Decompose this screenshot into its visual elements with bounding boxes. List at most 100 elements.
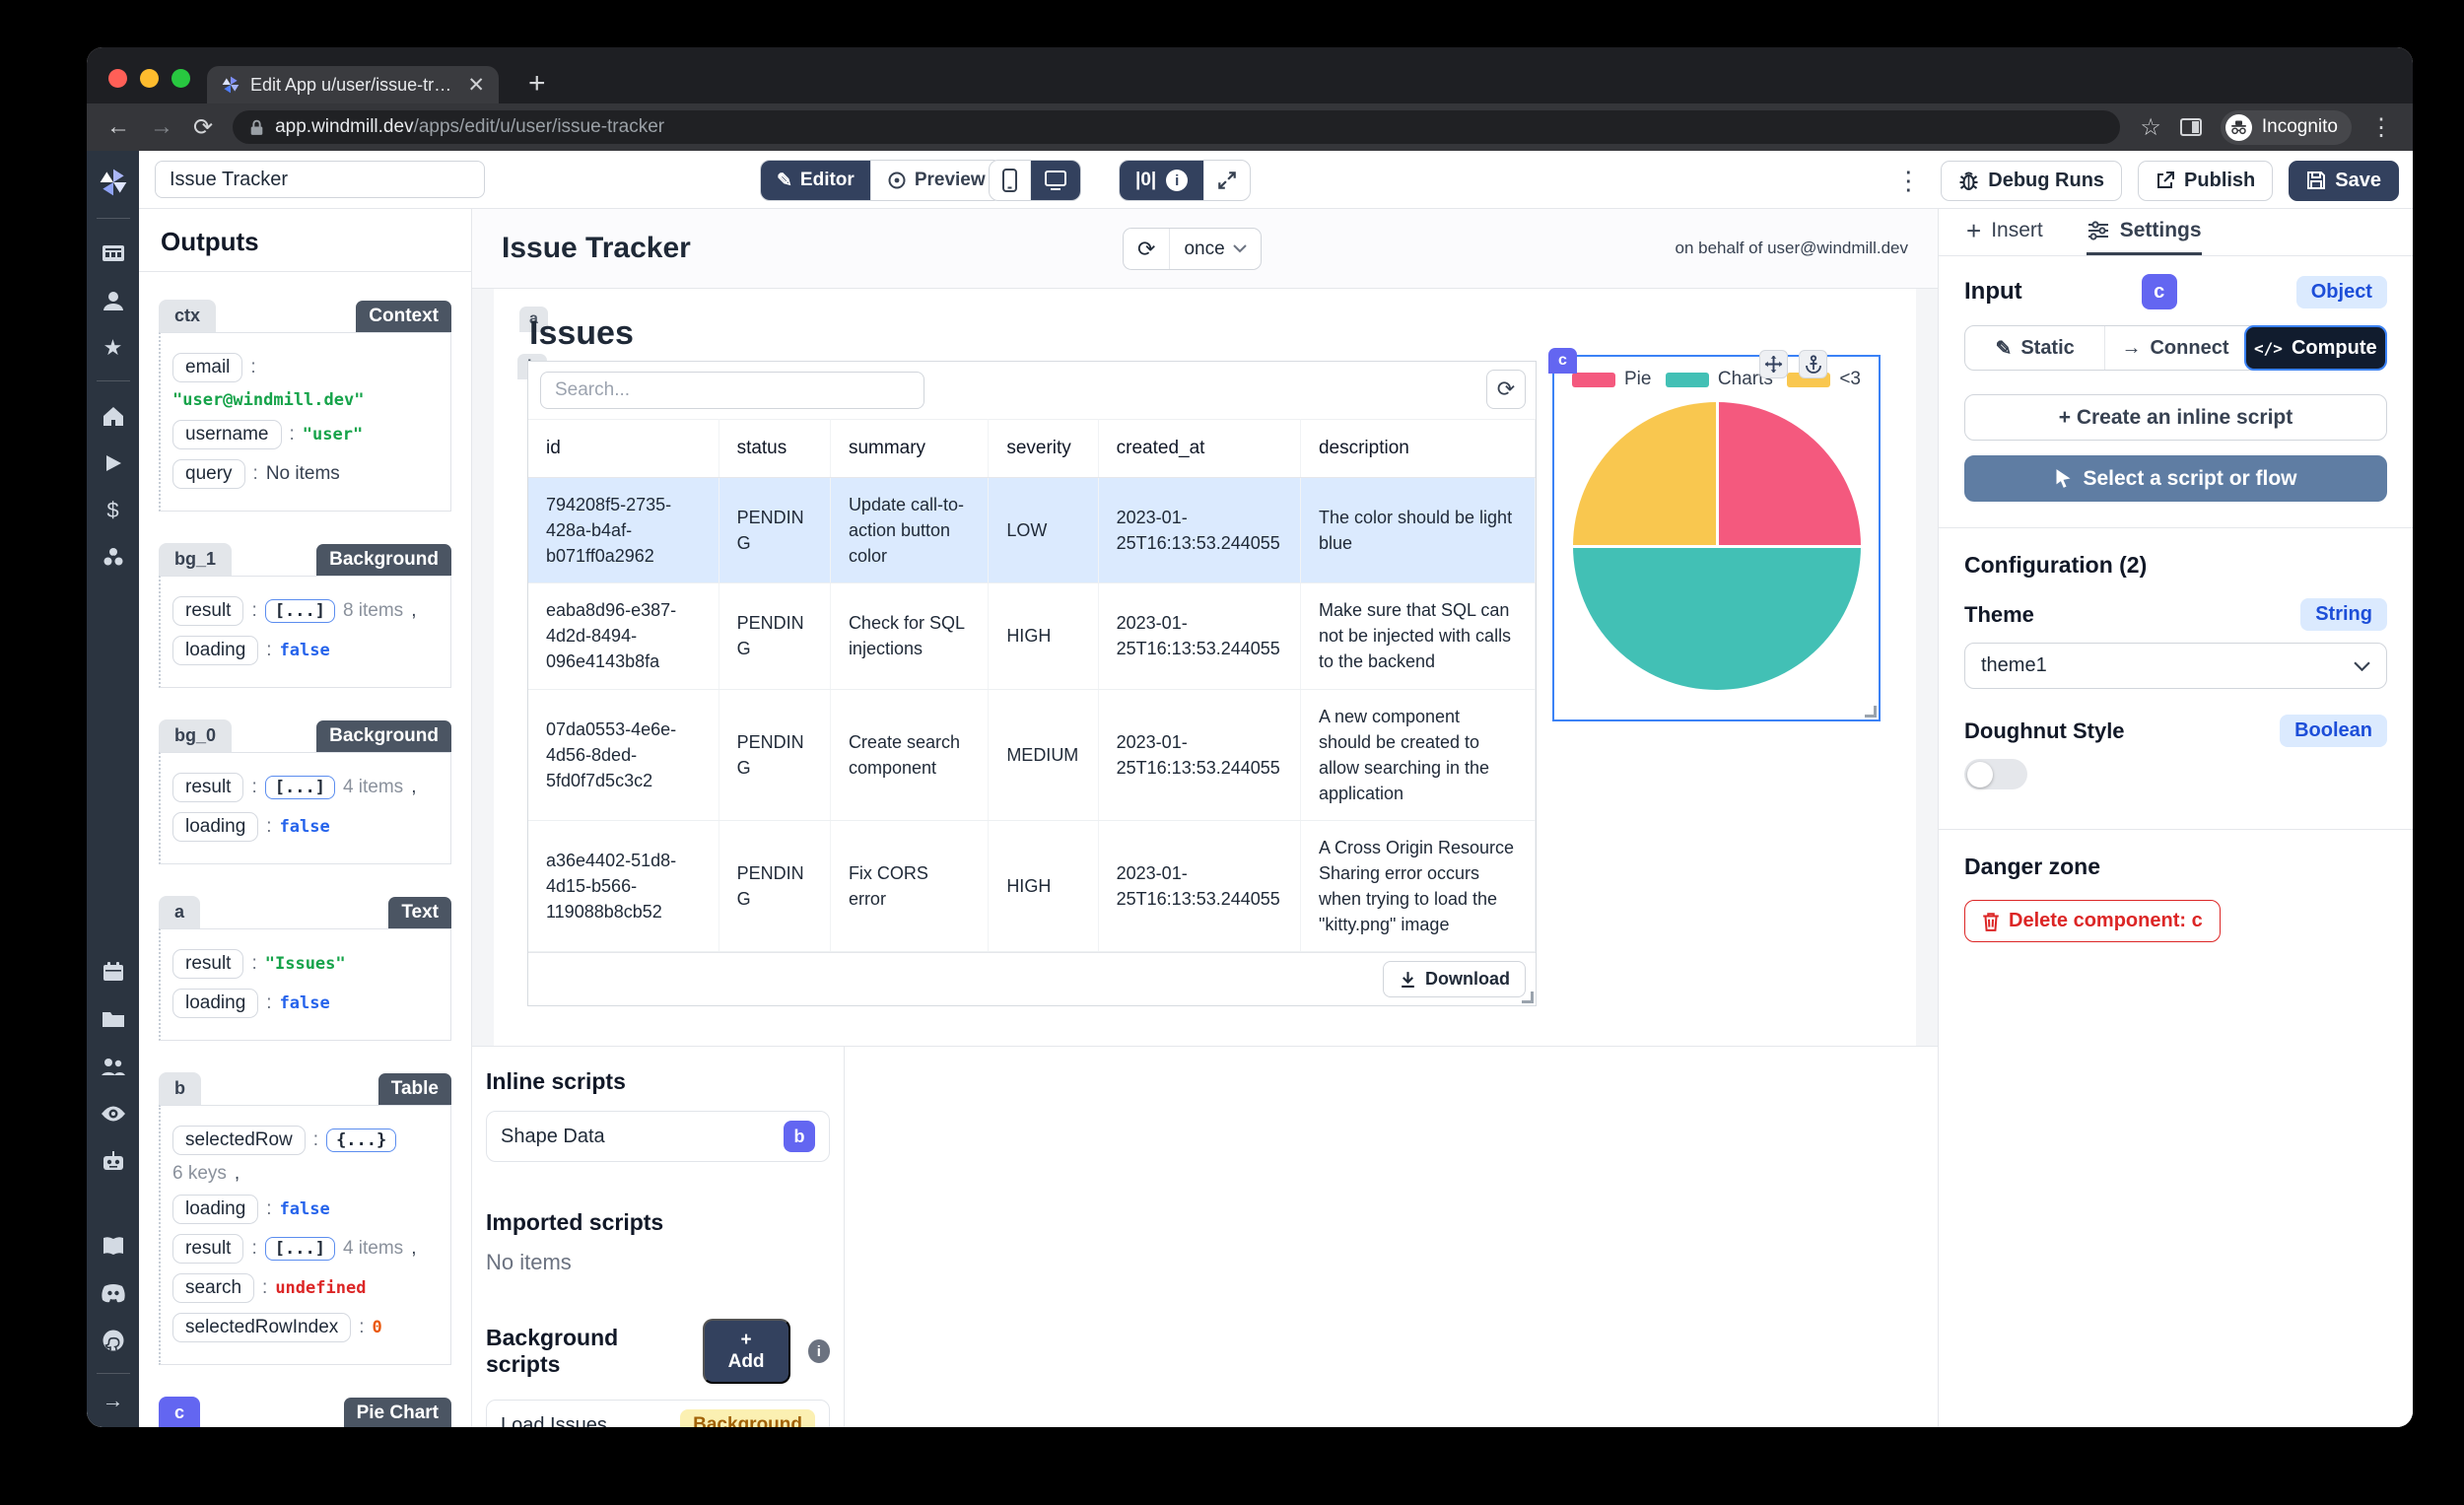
- minimize-window-button[interactable]: [140, 69, 159, 88]
- user-icon[interactable]: [102, 288, 125, 313]
- new-tab-button[interactable]: +: [528, 69, 546, 99]
- editor-mode-button[interactable]: ✎ Editor: [761, 161, 870, 200]
- expand-object-pill[interactable]: {...}: [326, 1129, 396, 1152]
- windmill-logo-icon[interactable]: [98, 167, 129, 198]
- discord-icon[interactable]: [101, 1280, 126, 1306]
- tab-settings[interactable]: Settings: [2087, 209, 2202, 255]
- output-tab[interactable]: c: [159, 1397, 200, 1427]
- maximize-window-button[interactable]: [171, 69, 190, 88]
- table-refresh-button[interactable]: ⟳: [1486, 370, 1526, 409]
- outputs-toggle-button[interactable]: |0| i: [1120, 161, 1203, 200]
- pie-chart-component[interactable]: Pie Charts <3: [1552, 355, 1881, 721]
- column-header[interactable]: created_at: [1098, 420, 1300, 478]
- output-value: "Issues": [265, 954, 346, 974]
- create-inline-script-button[interactable]: + Create an inline script: [1964, 394, 2387, 441]
- browser-navbar: ← → ⟳ app.windmill.dev/apps/edit/u/user/…: [87, 103, 2413, 151]
- refresh-mode-dropdown[interactable]: once: [1169, 229, 1260, 269]
- folders-icon[interactable]: [102, 1006, 125, 1032]
- add-background-script-button[interactable]: + Add: [703, 1319, 790, 1384]
- github-icon[interactable]: [102, 1328, 125, 1353]
- close-window-button[interactable]: [108, 69, 127, 88]
- column-header[interactable]: severity: [989, 420, 1098, 478]
- variables-dollar-icon[interactable]: $: [106, 498, 118, 523]
- move-handle[interactable]: [1759, 350, 1788, 378]
- browser-menu-icon[interactable]: ⋮: [2369, 113, 2393, 142]
- home-icon[interactable]: [102, 403, 125, 429]
- output-tab[interactable]: b: [159, 1072, 201, 1105]
- browser-tab[interactable]: Edit App u/user/issue-tracker ✕: [207, 66, 499, 103]
- back-icon[interactable]: ←: [106, 113, 130, 141]
- output-card-bg1: bg_1 Background result:[...]8 items, loa…: [159, 543, 451, 688]
- script-name: Shape Data: [501, 1126, 605, 1148]
- more-menu-icon[interactable]: ⋮: [1895, 166, 1921, 196]
- anchor-icon[interactable]: [1799, 350, 1827, 378]
- docs-book-icon[interactable]: [102, 1233, 125, 1259]
- audit-eye-icon[interactable]: [101, 1101, 126, 1127]
- publish-button[interactable]: Publish: [2138, 161, 2273, 201]
- output-tab[interactable]: bg_1: [159, 543, 232, 576]
- address-bar[interactable]: app.windmill.dev/apps/edit/u/user/issue-…: [233, 110, 2120, 144]
- bookmark-star-icon[interactable]: ☆: [2140, 113, 2161, 142]
- delete-component-button[interactable]: Delete component: c: [1964, 900, 2221, 942]
- mode-toggle: ✎ Editor Preview: [760, 160, 1002, 201]
- item-count: 4 items: [343, 777, 403, 798]
- side-panel-icon[interactable]: [2179, 116, 2203, 138]
- theme-select[interactable]: theme1: [1964, 643, 2387, 689]
- download-button[interactable]: Download: [1383, 961, 1526, 997]
- expand-array-pill[interactable]: [...]: [265, 776, 335, 799]
- column-header[interactable]: summary: [830, 420, 988, 478]
- fullscreen-button[interactable]: [1203, 161, 1250, 200]
- background-script-item[interactable]: Load Issues Background: [486, 1400, 830, 1427]
- static-option[interactable]: ✎ Static: [1965, 326, 2104, 370]
- apps-board-icon[interactable]: [102, 240, 125, 266]
- window-controls[interactable]: [108, 69, 190, 88]
- preview-mode-button[interactable]: Preview: [870, 161, 1001, 200]
- input-type-badge: Object: [2296, 276, 2387, 308]
- app-name-input[interactable]: [155, 161, 485, 198]
- resize-handle[interactable]: [1522, 992, 1534, 1003]
- runs-play-icon[interactable]: [103, 450, 123, 476]
- groups-users-icon[interactable]: [101, 1054, 126, 1079]
- column-header[interactable]: status: [719, 420, 830, 478]
- component-tab-c[interactable]: c: [1548, 348, 1577, 374]
- favorites-star-icon[interactable]: ★: [103, 335, 123, 361]
- workers-robot-icon[interactable]: [102, 1148, 125, 1174]
- mobile-view-button[interactable]: [990, 161, 1030, 200]
- legend-item[interactable]: Charts: [1666, 369, 1773, 390]
- expand-array-pill[interactable]: [...]: [265, 599, 335, 623]
- table-row[interactable]: 07da0553-4e6e-4d56-8ded-5fd0f7d5c3c2 PEN…: [528, 689, 1536, 820]
- compute-option[interactable]: </> Compute: [2244, 325, 2387, 371]
- output-value: undefined: [275, 1278, 366, 1298]
- table-row[interactable]: 794208f5-2735-428a-b4af-b071ff0a2962 PEN…: [528, 478, 1536, 583]
- select-script-button[interactable]: Select a script or flow: [1964, 455, 2387, 502]
- output-tab[interactable]: ctx: [159, 300, 216, 332]
- expand-array-pill[interactable]: [...]: [265, 1237, 335, 1261]
- schedules-calendar-icon[interactable]: [103, 959, 124, 985]
- output-tab[interactable]: bg_0: [159, 719, 232, 752]
- inline-script-item[interactable]: Shape Data b: [486, 1111, 830, 1162]
- doughnut-style-toggle[interactable]: [1964, 759, 2027, 789]
- search-input[interactable]: [540, 372, 924, 409]
- table-row[interactable]: eaba8d96-e387-4d2d-8494-096e4143b8fa PEN…: [528, 583, 1536, 689]
- resize-handle[interactable]: [1865, 706, 1877, 718]
- column-header[interactable]: id: [528, 420, 719, 478]
- debug-runs-button[interactable]: Debug Runs: [1941, 161, 2122, 201]
- table-row[interactable]: a36e4402-51d8-4d15-b566-119088b8cb52 PEN…: [528, 820, 1536, 951]
- refresh-button[interactable]: ⟳: [1124, 229, 1169, 269]
- resources-spinner-icon[interactable]: [102, 545, 125, 571]
- info-icon[interactable]: i: [808, 1339, 830, 1363]
- output-tab[interactable]: a: [159, 896, 200, 928]
- tab-insert[interactable]: + Insert: [1966, 209, 2043, 255]
- legend-item[interactable]: Pie: [1572, 369, 1651, 390]
- outputs-title: Outputs: [161, 227, 469, 257]
- column-header[interactable]: description: [1300, 420, 1535, 478]
- forward-icon[interactable]: →: [150, 113, 173, 141]
- tab-close-icon[interactable]: ✕: [467, 73, 485, 98]
- desktop-view-button[interactable]: [1030, 161, 1080, 200]
- connect-option[interactable]: → Connect: [2104, 326, 2244, 370]
- collapse-arrow-icon[interactable]: →: [103, 1388, 124, 1413]
- table-component[interactable]: ⟳ id status summary severity: [527, 361, 1537, 1006]
- panel-toggle: |0| i: [1119, 160, 1251, 201]
- reload-icon[interactable]: ⟳: [193, 113, 213, 142]
- save-button[interactable]: Save: [2289, 161, 2399, 201]
